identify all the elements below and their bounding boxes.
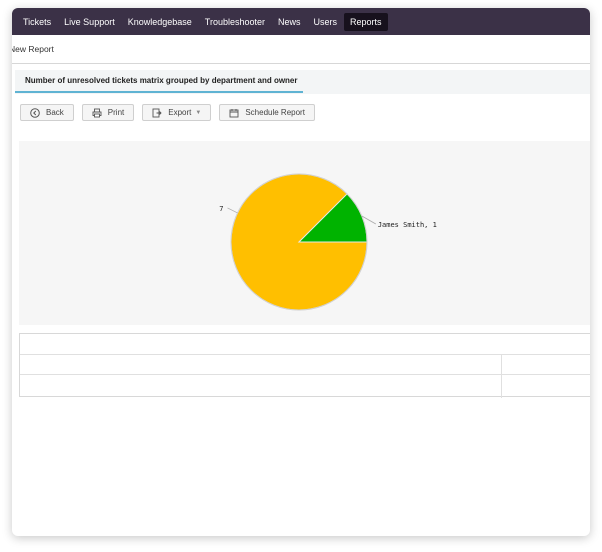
app-window: Tickets Live Support Knowledgebase Troub… <box>12 8 590 536</box>
nav-users[interactable]: Users <box>308 13 344 31</box>
report-title-bar: Number of unresolved tickets matrix grou… <box>15 70 590 94</box>
nav-reports[interactable]: Reports <box>344 12 388 31</box>
back-label: Back <box>46 108 64 117</box>
top-navbar: Tickets Live Support Knowledgebase Troub… <box>12 8 590 35</box>
report-toolbar: Back Print Export ▼ Schedule Report <box>20 104 315 122</box>
chart-panel: 7 James Smith, 1 <box>19 141 590 325</box>
nav-tickets[interactable]: Tickets <box>17 13 57 31</box>
caret-down-icon: ▼ <box>195 109 202 116</box>
pie-slice-label: 7 <box>219 205 223 213</box>
report-matrix-table <box>19 333 590 398</box>
pie-slice-label: James Smith, 1 <box>378 221 437 229</box>
back-button[interactable]: Back <box>20 104 74 121</box>
export-button[interactable]: Export ▼ <box>142 104 212 121</box>
pie-chart: 7 James Smith, 1 <box>219 173 437 311</box>
report-title: Number of unresolved tickets matrix grou… <box>25 76 298 85</box>
back-icon <box>30 107 40 118</box>
schedule-report-label: Schedule Report <box>245 108 305 117</box>
report-title-tab[interactable]: Number of unresolved tickets matrix grou… <box>15 70 303 93</box>
table-column-divider <box>501 355 502 375</box>
schedule-report-button[interactable]: Schedule Report <box>219 104 315 121</box>
nav-troubleshooter[interactable]: Troubleshooter <box>199 13 271 31</box>
print-label: Print <box>107 108 125 117</box>
print-button[interactable]: Print <box>81 104 135 121</box>
export-label: Export <box>168 108 192 117</box>
nav-live-support[interactable]: Live Support <box>58 13 121 31</box>
table-column-divider <box>501 375 502 398</box>
label-leader-line <box>227 207 238 214</box>
page-subtitle: New Report <box>12 44 54 54</box>
nav-news[interactable]: News <box>272 13 307 31</box>
table-row <box>20 374 590 398</box>
table-row <box>20 354 590 375</box>
print-icon <box>92 108 102 118</box>
export-icon <box>152 108 162 118</box>
page-header: New Report <box>12 35 590 64</box>
calendar-icon <box>229 108 239 118</box>
nav-knowledgebase[interactable]: Knowledgebase <box>122 13 198 31</box>
